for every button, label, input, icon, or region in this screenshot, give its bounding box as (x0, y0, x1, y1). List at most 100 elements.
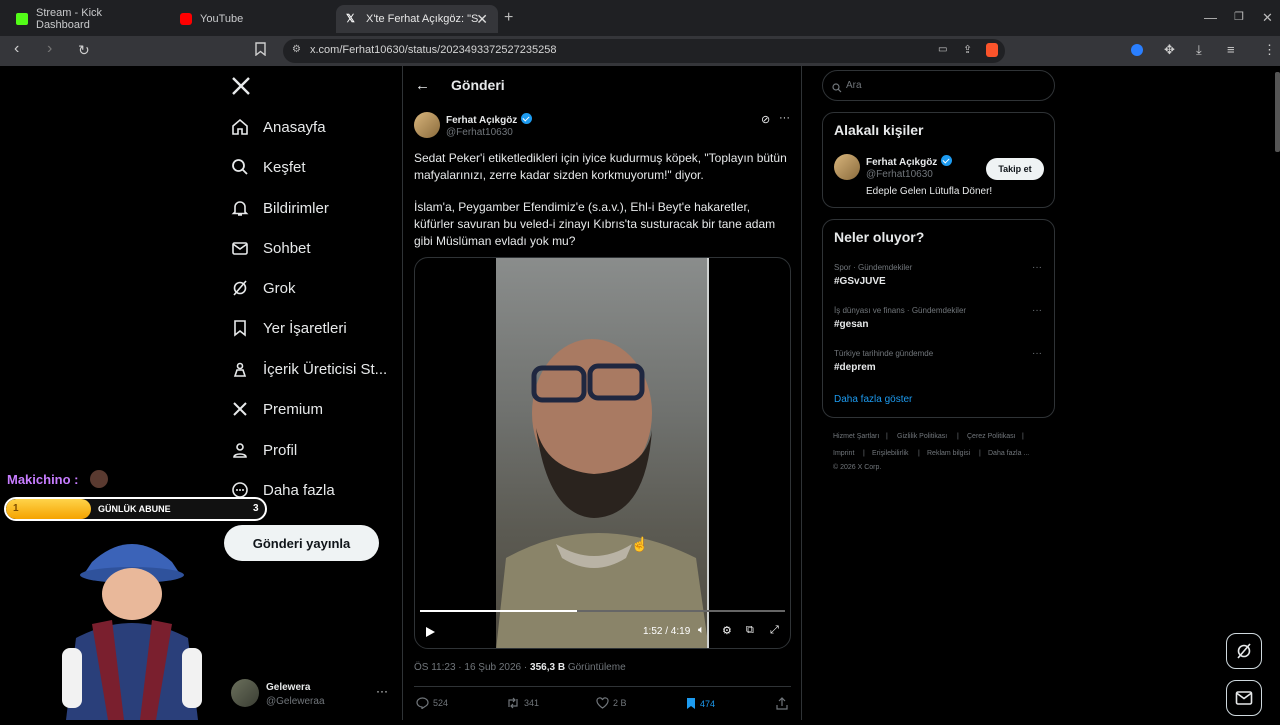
extensions-icon[interactable]: ✥ (1164, 42, 1175, 58)
footer-accessibility[interactable]: Erişilebilirlik (872, 450, 909, 457)
bookmark-button[interactable]: 474 (686, 697, 715, 710)
playlist-icon[interactable]: ≡ (1227, 42, 1235, 57)
restore-icon[interactable]: ❐ (1234, 10, 1244, 23)
footer-terms[interactable]: Hizmet Şartları (833, 433, 879, 440)
related-avatar[interactable] (834, 154, 860, 180)
site-settings-icon[interactable]: ⚙ (292, 44, 301, 55)
reply-button[interactable]: 524 (416, 697, 448, 709)
footer-more[interactable]: Daha fazla ... (988, 450, 1029, 457)
verified-badge-icon (941, 155, 953, 166)
back-arrow-icon[interactable]: ← (415, 77, 430, 94)
reload-icon[interactable]: ↻ (78, 42, 90, 59)
nav-messages[interactable]: Sohbet (231, 233, 311, 263)
footer-privacy[interactable]: Gizlilik Politikası (897, 433, 947, 440)
tab-kick[interactable]: Stream - Kick Dashboard (6, 5, 166, 33)
nav-explore[interactable]: Keşfet (231, 152, 306, 182)
volume-icon[interactable]: 🔈︎ (698, 624, 705, 637)
search-icon (832, 80, 842, 98)
trend-meta: Spor · Gündemdekiler (834, 263, 913, 272)
repost-button[interactable]: 341 (506, 697, 539, 709)
bookmark-page-icon[interactable] (255, 42, 266, 59)
download-icon[interactable]: ⤓ (1196, 42, 1202, 58)
show-more-link[interactable]: Daha fazla göster (834, 394, 912, 405)
bell-icon (231, 199, 249, 217)
like-button[interactable]: 2 B (596, 697, 627, 709)
scrollbar[interactable] (1275, 72, 1280, 152)
bar-label: GÜNLÜK ABUNE (98, 504, 171, 514)
video-player[interactable]: 1:52 / 4:19 🔈︎ ⚙ ⧉ ⤢ ☝ (414, 257, 791, 649)
close-window-icon[interactable]: ✕ (1262, 10, 1273, 26)
trend-more-icon[interactable]: ··· (1032, 262, 1042, 273)
grok-float-button[interactable] (1226, 633, 1262, 669)
share-icon[interactable]: ⇪ (963, 43, 972, 56)
post-more-icon[interactable]: ··· (779, 112, 790, 124)
nav-profile[interactable]: Profil (231, 435, 297, 465)
nav-label: Grok (263, 279, 296, 297)
play-icon[interactable] (425, 625, 436, 643)
streamer-emote-icon (90, 470, 108, 488)
bookmark-filled-icon (687, 698, 695, 709)
brave-shield-icon[interactable] (986, 43, 998, 57)
account-more-icon[interactable]: ··· (376, 684, 388, 698)
messages-float-button[interactable] (1226, 680, 1262, 716)
related-name-row[interactable]: Ferhat Açıkgöz (866, 155, 953, 168)
tab-youtube[interactable]: YouTube (170, 5, 330, 33)
video-progress-fill (420, 610, 577, 612)
account-avatar[interactable] (231, 679, 259, 707)
footer-imprint[interactable]: Imprint (833, 450, 854, 457)
share-post-button[interactable] (776, 697, 792, 710)
trend-more-icon[interactable]: ··· (1032, 305, 1042, 316)
nav-label: Sohbet (263, 239, 311, 257)
nav-premium[interactable]: Premium (231, 394, 323, 424)
related-name: Ferhat Açıkgöz (866, 157, 938, 168)
x-logo-icon[interactable] (231, 76, 251, 101)
trend-name: #GSvJUVE (834, 276, 886, 287)
footer-copyright: © 2026 X Corp. (833, 464, 882, 471)
follow-button[interactable]: Takip et (986, 158, 1044, 180)
nav-bookmarks[interactable]: Yer İşaretleri (231, 313, 347, 343)
bar-start: 1 (13, 503, 19, 514)
back-icon[interactable]: ‹ (14, 40, 19, 58)
author-handle[interactable]: @Ferhat10630 (446, 127, 513, 138)
trends-card: Neler oluyor? Spor · Gündemdekiler #GSvJ… (822, 219, 1055, 418)
cursor-hand-icon: ☝ (631, 536, 649, 552)
streamer-name: Makichino : (7, 472, 79, 487)
nav-home[interactable]: Anasayfa (231, 112, 326, 142)
like-count: 2 B (613, 698, 627, 708)
nav-label: Anasayfa (263, 118, 326, 136)
pip-icon[interactable]: ⧉ (746, 624, 754, 637)
fullscreen-icon[interactable]: ⤢ (770, 624, 779, 637)
grok-analyze-icon[interactable]: ⊘ (761, 113, 770, 126)
tab-label: X'te Ferhat Açıkgöz: "Sedat (366, 13, 478, 25)
repost-count: 341 (524, 698, 540, 708)
menu-icon[interactable]: ⋮ (1263, 42, 1276, 58)
search-input[interactable]: Ara (822, 70, 1055, 101)
nav-label: Keşfet (263, 158, 306, 176)
nav-notifications[interactable]: Bildirimler (231, 193, 329, 223)
footer-cookies[interactable]: Çerez Politikası (967, 433, 1016, 440)
nav-label: Bildirimler (263, 199, 329, 217)
trend-name: #gesan (834, 319, 869, 330)
browser-toolbar: ‹ › ↻ ⚙ x.com/Ferhat10630/status/2023493… (0, 36, 1280, 66)
tab-x-post[interactable]: 𝕏 X'te Ferhat Açıkgöz: "Sedat ✕ (336, 5, 498, 33)
post-timestamp: ÖS 11:23 · 16 Şub 2026 · (414, 662, 531, 673)
nav-grok[interactable]: Grok (231, 273, 296, 303)
nav-creator-studio[interactable]: İçerik Üreticisi St... (231, 354, 387, 384)
minimize-icon[interactable]: — (1204, 10, 1217, 25)
post-button[interactable]: Gönderi yayınla (224, 525, 379, 561)
verified-badge-icon (521, 113, 533, 124)
extension-blue-icon[interactable] (1131, 44, 1143, 56)
cast-icon[interactable]: ▭ (938, 44, 947, 55)
settings-icon[interactable]: ⚙ (722, 624, 732, 637)
url-text: x.com/Ferhat10630/status/202349337252723… (310, 44, 557, 56)
author-name-row[interactable]: Ferhat Açıkgöz (446, 113, 533, 126)
trend-more-icon[interactable]: ··· (1032, 348, 1042, 359)
footer-ads-info[interactable]: Reklam bilgisi (927, 450, 970, 457)
video-progress-track[interactable] (420, 610, 785, 612)
forward-icon[interactable]: › (47, 40, 52, 58)
address-bar[interactable]: ⚙ x.com/Ferhat10630/status/2023493372527… (283, 39, 1005, 63)
author-avatar[interactable] (414, 112, 440, 138)
nav-label: Profil (263, 441, 298, 459)
new-tab-button[interactable]: + (504, 9, 513, 27)
close-tab-icon[interactable]: ✕ (476, 11, 488, 28)
